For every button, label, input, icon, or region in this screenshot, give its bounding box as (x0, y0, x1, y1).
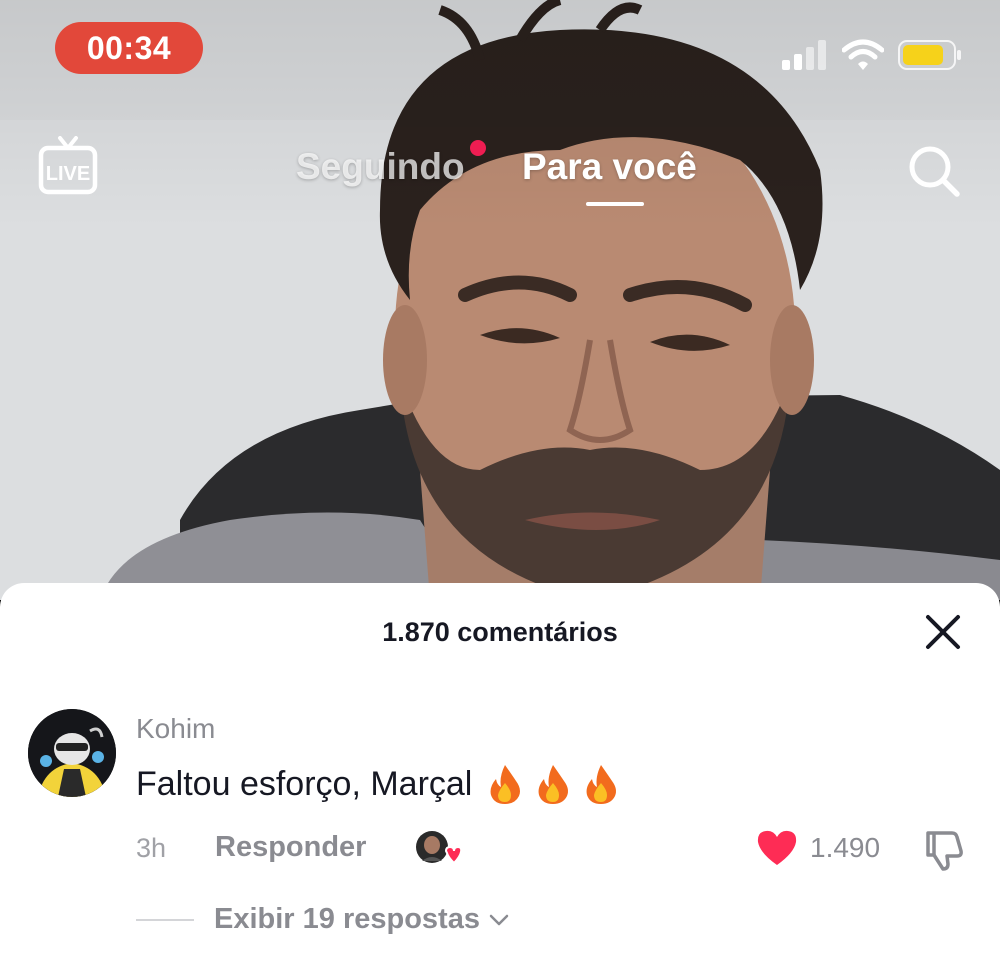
heart-icon (757, 830, 797, 865)
feed-tabs: Seguindo Para você (0, 140, 1000, 210)
battery-icon (898, 40, 961, 70)
tab-following[interactable]: Seguindo (296, 146, 465, 188)
fire-icon (490, 765, 521, 804)
comments-sheet: 1.870 comentários Kohim Faltou esforço, … (0, 583, 1000, 975)
screen: 00:34 LIVE Seguindo Para você 1.870 come… (0, 0, 1000, 975)
video-frame (0, 0, 1000, 600)
notification-dot (470, 140, 486, 156)
recording-timer[interactable]: 00:34 (55, 22, 203, 74)
comment-time: 3h (136, 833, 167, 863)
fire-emojis (486, 763, 620, 805)
comment-username[interactable]: Kohim (136, 713, 215, 745)
replies-divider (136, 918, 194, 921)
fire-icon (538, 765, 569, 804)
video-player[interactable] (0, 0, 1000, 600)
search-icon[interactable] (906, 143, 962, 199)
avatar[interactable] (28, 709, 116, 797)
signal-icon (782, 40, 826, 70)
comment-text: Faltou esforço, Marçal (136, 763, 620, 805)
status-icons (782, 38, 962, 72)
comment-actions: 3h Responder 1.490 (136, 829, 976, 871)
creator-liked-icon (416, 831, 462, 865)
wifi-icon (842, 39, 884, 70)
close-icon[interactable] (922, 611, 964, 653)
dislike-icon[interactable] (920, 829, 966, 871)
comment-body: Faltou esforço, Marçal (136, 764, 473, 803)
comments-count-title: 1.870 comentários (382, 617, 618, 647)
reply-button[interactable]: Responder (215, 831, 366, 864)
like-button[interactable]: 1.490 (756, 829, 880, 867)
view-replies-button[interactable]: Exibir 19 respostas (136, 903, 510, 936)
tab-for-you[interactable]: Para você (522, 146, 697, 188)
chevron-down-icon (489, 914, 509, 925)
fire-icon (586, 765, 617, 804)
view-replies-label: Exibir 19 respostas (214, 903, 480, 935)
avatar-image (28, 709, 116, 797)
active-tab-indicator (586, 202, 644, 206)
like-count: 1.490 (810, 832, 881, 863)
